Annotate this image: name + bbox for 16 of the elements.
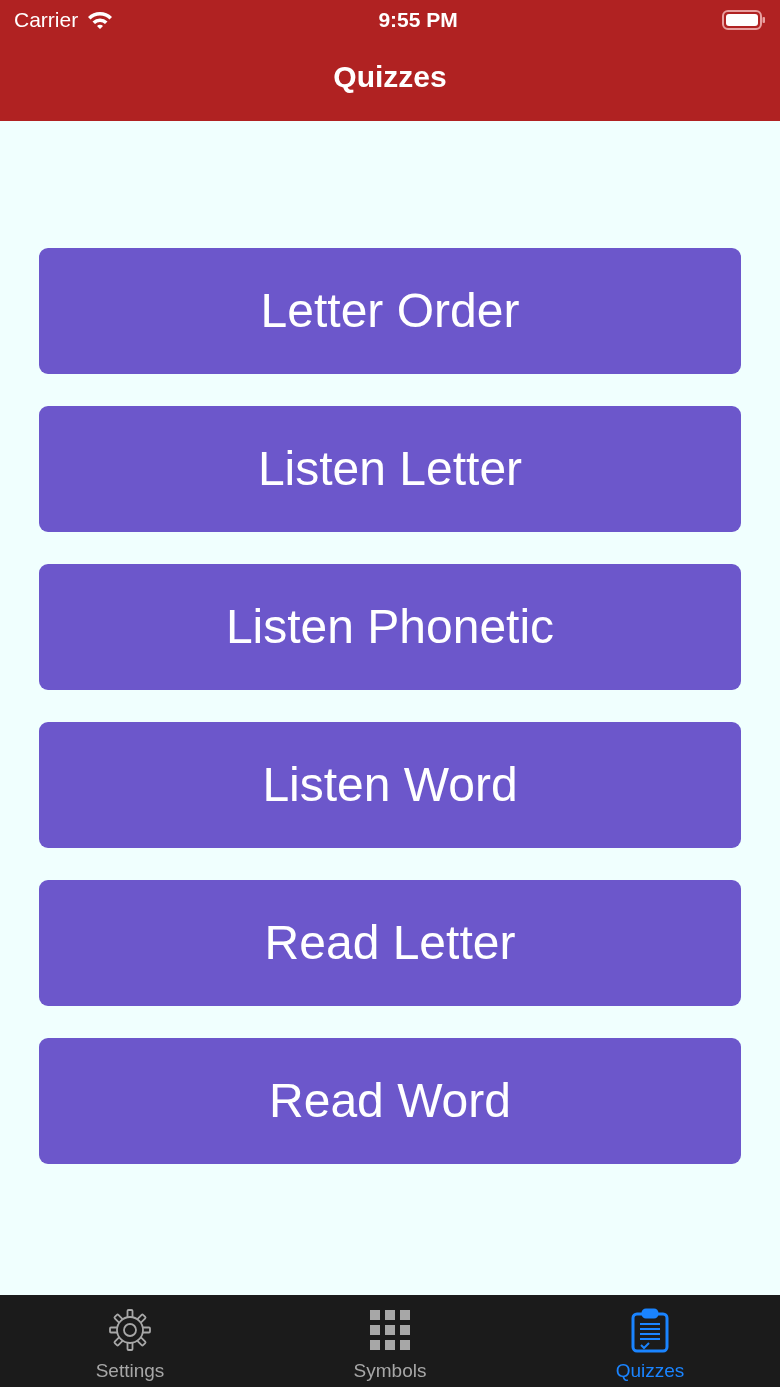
tab-item[interactable]: Quizzes: [520, 1295, 780, 1387]
quiz-button[interactable]: Read Word: [39, 1038, 741, 1164]
quiz-button[interactable]: Listen Letter: [39, 406, 741, 532]
clock-text: 9:55 PM: [378, 7, 458, 34]
carrier-text: Carrier: [14, 7, 79, 34]
quiz-button[interactable]: Listen Word: [39, 722, 741, 848]
battery-icon: [722, 10, 766, 30]
quiz-button[interactable]: Read Letter: [39, 880, 741, 1006]
gear-icon: [107, 1307, 153, 1353]
wifi-icon: [86, 10, 115, 30]
quiz-button[interactable]: Letter Order: [39, 248, 741, 374]
quiz-button[interactable]: Listen Phonetic: [39, 564, 741, 690]
grid-icon: [367, 1307, 413, 1353]
tab-item[interactable]: Symbols: [260, 1295, 520, 1387]
tab-item[interactable]: Settings: [0, 1295, 260, 1387]
screen-title: Quizzes: [332, 59, 448, 92]
